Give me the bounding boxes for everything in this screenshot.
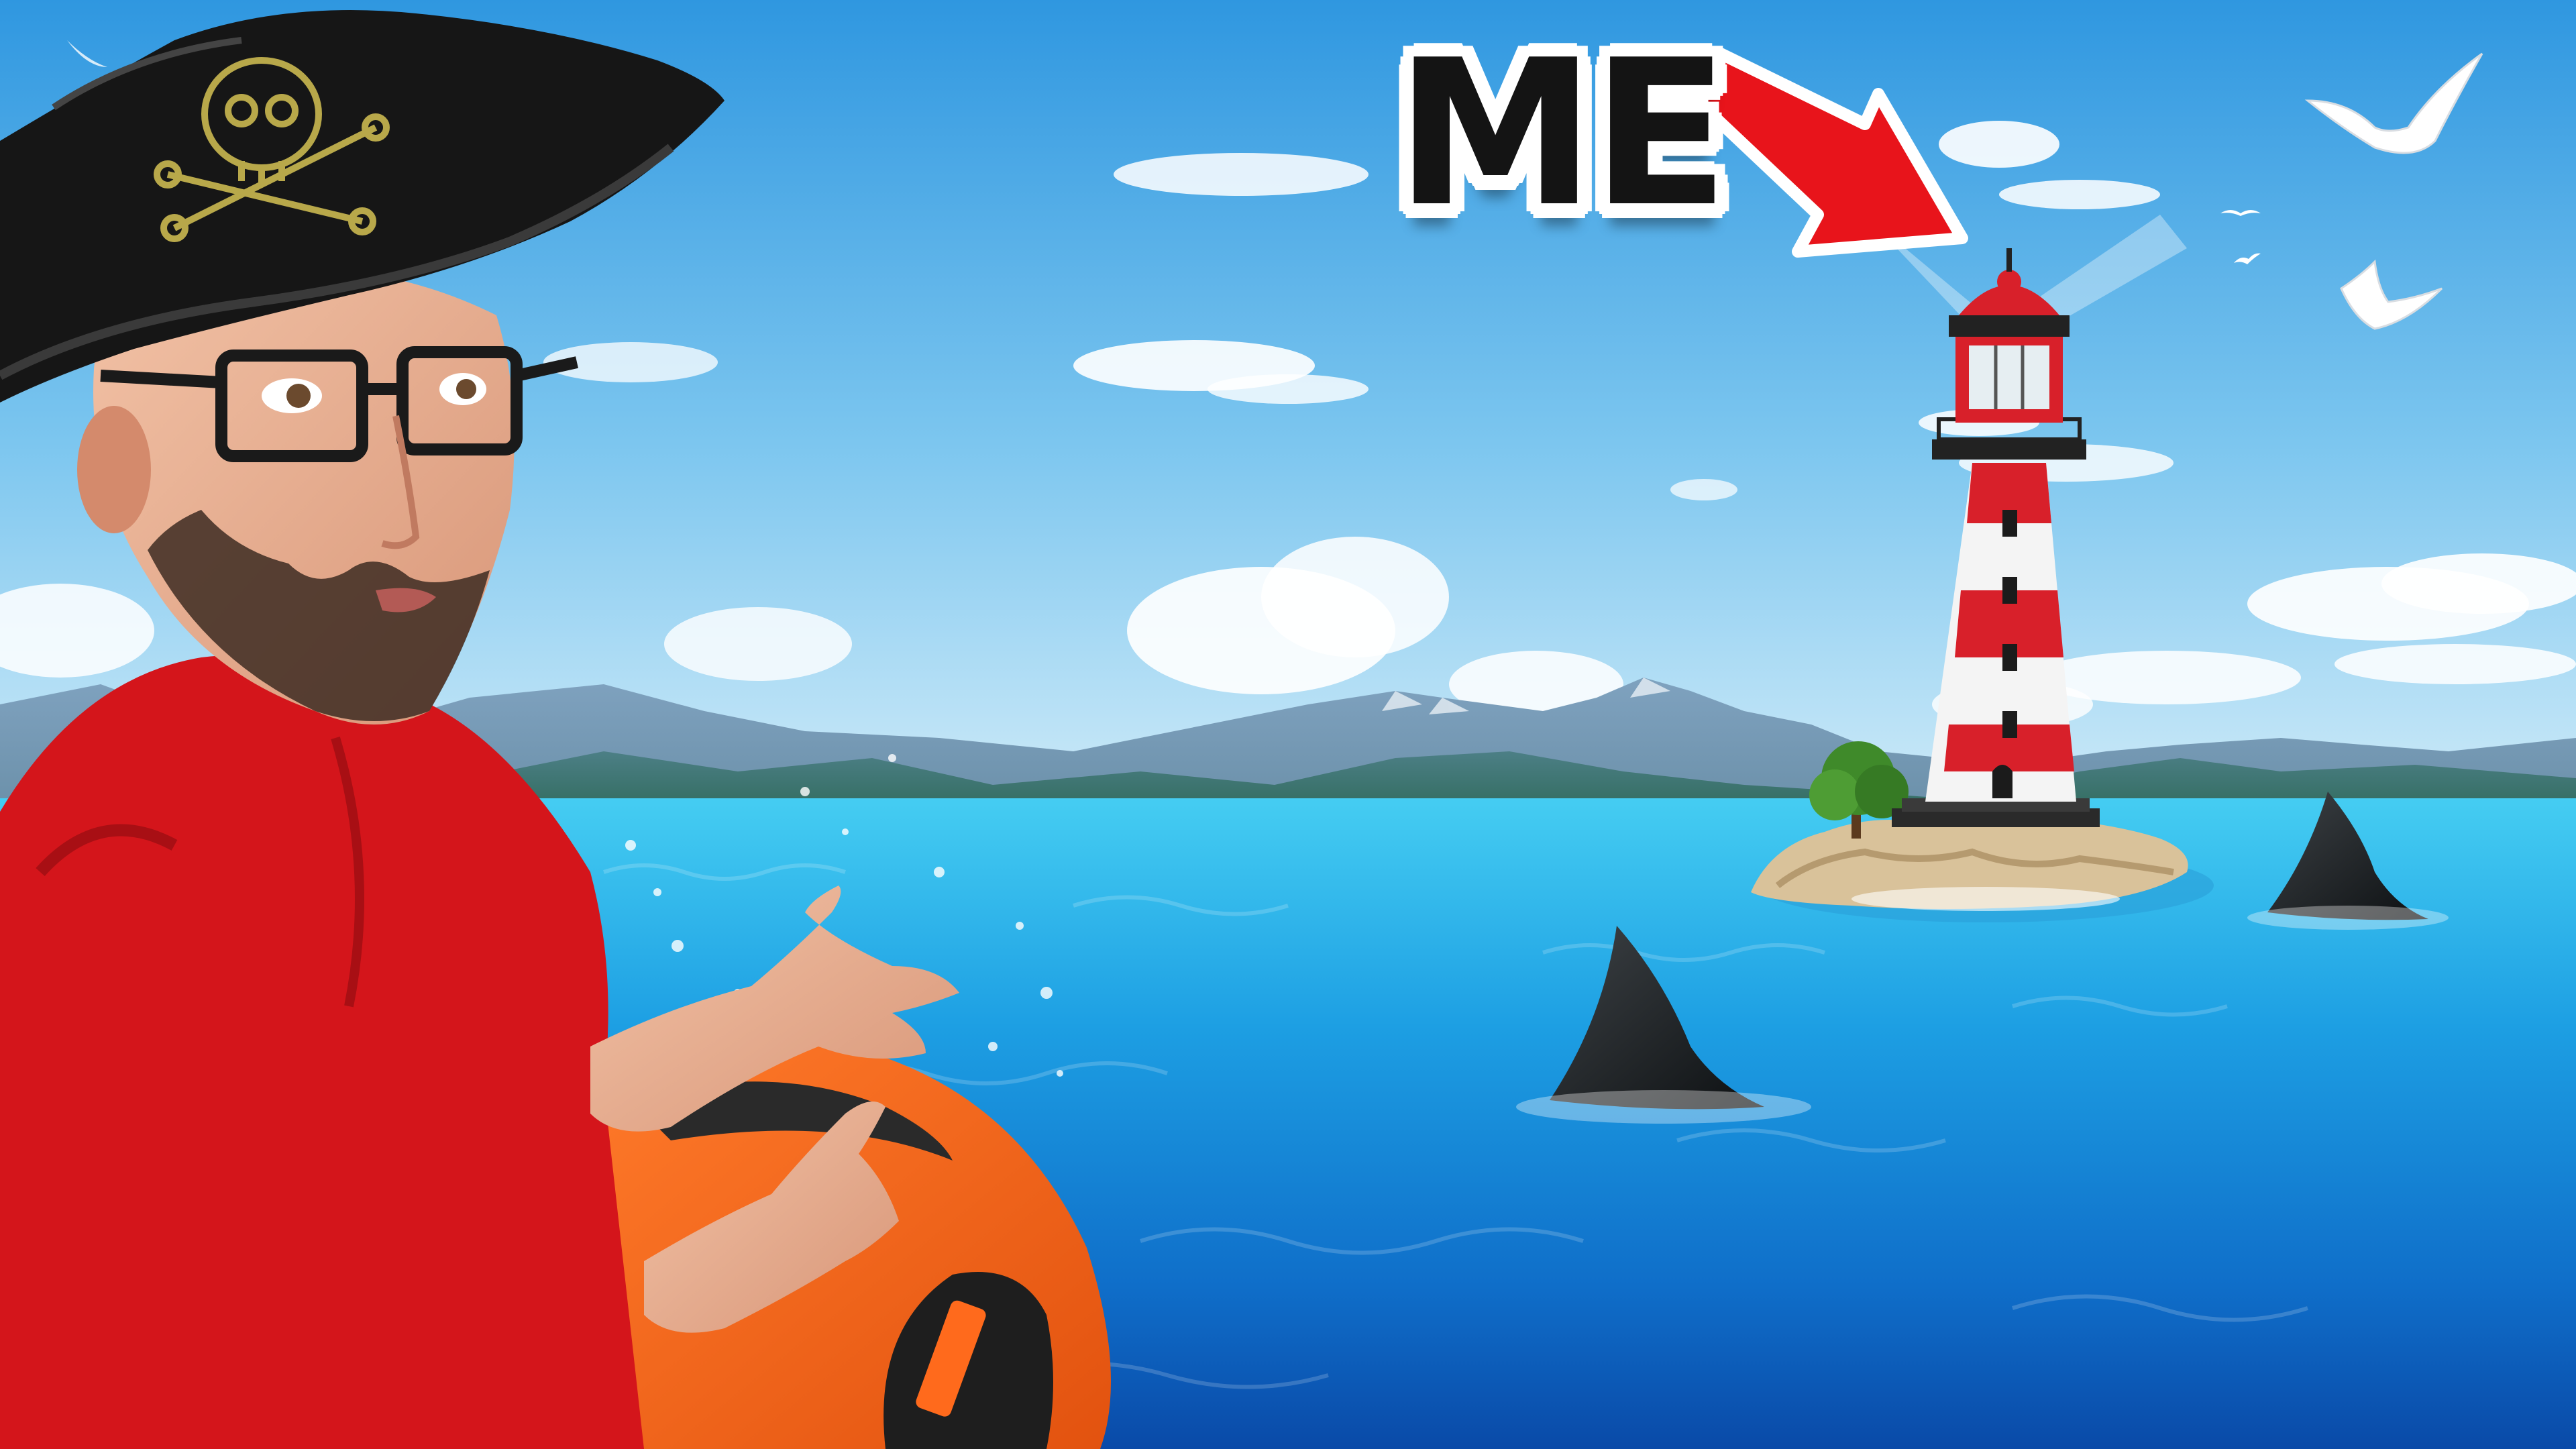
- thumbnail-scene: ME: [0, 0, 2576, 1449]
- thumbnail-illustration: [0, 0, 2576, 1449]
- me-callout-text: ME: [1395, 17, 1729, 251]
